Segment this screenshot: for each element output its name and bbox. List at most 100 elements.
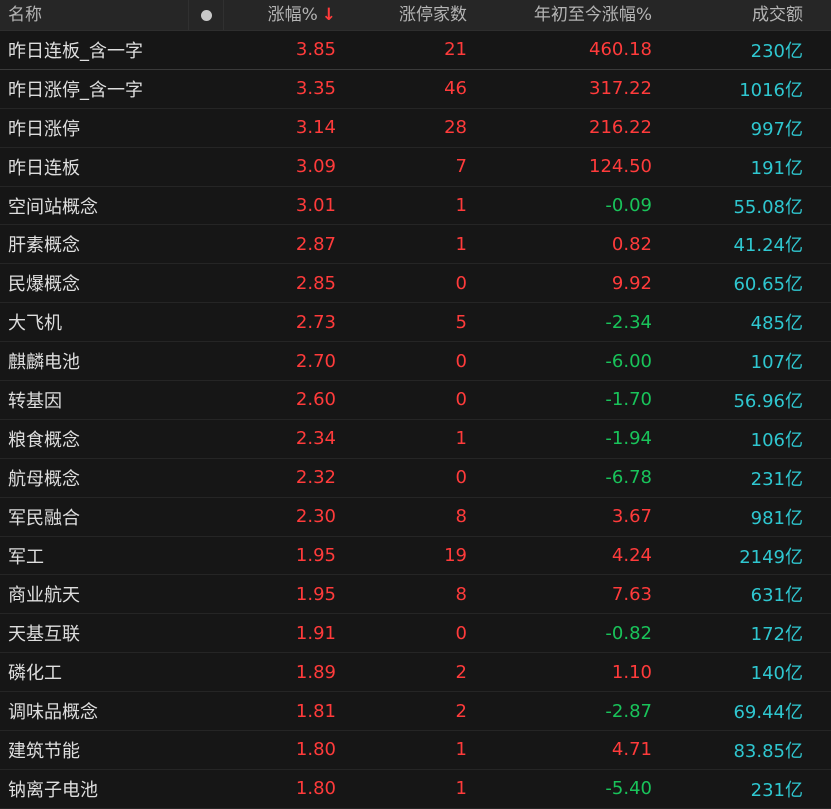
row-change: 3.35 bbox=[295, 78, 336, 100]
row-change: 2.87 bbox=[295, 233, 336, 255]
row-name: 昨日涨停 bbox=[8, 118, 80, 140]
column-header-volume[interactable]: 成交额 bbox=[654, 0, 805, 30]
row-volume: 69.44亿 bbox=[733, 702, 803, 724]
row-volume: 55.08亿 bbox=[733, 196, 803, 218]
column-header-limit-up-count[interactable]: 涨停家数 bbox=[338, 0, 469, 30]
row-limit-up-count: 8 bbox=[455, 506, 467, 528]
row-name: 昨日涨停_含一字 bbox=[8, 79, 143, 101]
row-name: 昨日连板 bbox=[8, 157, 80, 179]
row-name: 肝素概念 bbox=[8, 235, 80, 257]
row-volume: 631亿 bbox=[750, 585, 803, 607]
row-ytd-change: -0.09 bbox=[605, 195, 652, 216]
row-ytd-change: 1.10 bbox=[611, 661, 652, 683]
sort-desc-arrow-icon: ↓ bbox=[321, 5, 336, 25]
row-change: 1.81 bbox=[295, 700, 336, 722]
row-limit-up-count: 28 bbox=[444, 117, 467, 139]
table-row[interactable]: 空间站概念 3.01 1 -0.09 55.08亿 bbox=[0, 187, 831, 226]
column-header-marker[interactable] bbox=[188, 0, 224, 30]
table-row[interactable]: 昨日连板_含一字 3.85 21 460.18 230亿 bbox=[0, 31, 831, 70]
row-name: 军民融合 bbox=[8, 507, 80, 529]
row-limit-up-count: 0 bbox=[455, 467, 467, 489]
table-row[interactable]: 昨日涨停_含一字 3.35 46 317.22 1016亿 bbox=[0, 70, 831, 109]
table-row[interactable]: 肝素概念 2.87 1 0.82 41.24亿 bbox=[0, 225, 831, 265]
row-limit-up-count: 0 bbox=[455, 350, 467, 372]
row-volume: 231亿 bbox=[750, 468, 803, 490]
row-limit-up-count: 1 bbox=[455, 233, 467, 255]
table-row[interactable]: 天基互联 1.91 0 -0.82 172亿 bbox=[0, 614, 831, 654]
row-ytd-change: -0.82 bbox=[605, 622, 652, 644]
table-row[interactable]: 航母概念 2.32 0 -6.78 231亿 bbox=[0, 459, 831, 498]
row-ytd-change: 216.22 bbox=[589, 117, 652, 139]
row-limit-up-count: 0 bbox=[455, 622, 467, 644]
row-ytd-change: -2.87 bbox=[605, 700, 652, 722]
table-row[interactable]: 大飞机 2.73 5 -2.34 485亿 bbox=[0, 303, 831, 343]
row-change: 1.80 bbox=[295, 778, 336, 800]
table-row[interactable]: 钠离子电池 1.80 1 -5.40 231亿 bbox=[0, 770, 831, 809]
row-ytd-change: 4.24 bbox=[611, 545, 652, 567]
row-limit-up-count: 21 bbox=[444, 39, 467, 61]
row-limit-up-count: 2 bbox=[455, 700, 467, 722]
row-ytd-change: 3.67 bbox=[611, 506, 652, 528]
column-header-change[interactable]: 涨幅% ↓ bbox=[224, 0, 338, 30]
row-volume: 83.85亿 bbox=[733, 740, 803, 762]
row-limit-up-count: 1 bbox=[455, 739, 467, 761]
row-ytd-change: 7.63 bbox=[611, 583, 652, 605]
row-name: 粮食概念 bbox=[8, 429, 80, 451]
table-row[interactable]: 调味品概念 1.81 2 -2.87 69.44亿 bbox=[0, 692, 831, 732]
column-header-ytd-change[interactable]: 年初至今涨幅% bbox=[469, 0, 654, 30]
row-ytd-change: 317.22 bbox=[589, 78, 652, 100]
row-volume: 997亿 bbox=[750, 118, 803, 140]
row-limit-up-count: 2 bbox=[455, 661, 467, 683]
row-volume: 172亿 bbox=[750, 624, 803, 646]
row-change: 2.34 bbox=[295, 428, 336, 450]
row-name: 麒麟电池 bbox=[8, 352, 80, 374]
row-limit-up-count: 1 bbox=[455, 195, 467, 216]
row-change: 3.85 bbox=[295, 39, 336, 61]
row-volume: 485亿 bbox=[750, 313, 803, 335]
row-change: 3.14 bbox=[295, 117, 336, 139]
row-name: 磷化工 bbox=[8, 663, 62, 685]
row-change: 2.70 bbox=[295, 350, 336, 372]
row-name: 天基互联 bbox=[8, 624, 80, 646]
table-body: 昨日连板_含一字 3.85 21 460.18 230亿 昨日涨停_含一字 3.35 46 31… bbox=[0, 31, 831, 809]
row-limit-up-count: 46 bbox=[444, 78, 467, 100]
table-row[interactable]: 转基因 2.60 0 -1.70 56.96亿 bbox=[0, 381, 831, 420]
table-row[interactable]: 商业航天 1.95 8 7.63 631亿 bbox=[0, 575, 831, 615]
row-ytd-change: -1.94 bbox=[605, 428, 652, 450]
table-row[interactable]: 建筑节能 1.80 1 4.71 83.85亿 bbox=[0, 731, 831, 770]
row-volume: 2149亿 bbox=[739, 546, 803, 568]
table-row[interactable]: 军工 1.95 19 4.24 2149亿 bbox=[0, 537, 831, 576]
table-row[interactable]: 军民融合 2.30 8 3.67 981亿 bbox=[0, 498, 831, 537]
table-row[interactable]: 昨日涨停 3.14 28 216.22 997亿 bbox=[0, 109, 831, 148]
table-row[interactable]: 磷化工 1.89 2 1.10 140亿 bbox=[0, 653, 831, 693]
row-volume: 231亿 bbox=[750, 779, 803, 801]
row-ytd-change: -1.70 bbox=[605, 389, 652, 411]
table-row[interactable]: 粮食概念 2.34 1 -1.94 106亿 bbox=[0, 420, 831, 459]
row-name: 民爆概念 bbox=[8, 274, 80, 296]
row-change: 2.73 bbox=[295, 311, 336, 333]
row-change: 2.32 bbox=[295, 467, 336, 489]
row-name: 航母概念 bbox=[8, 468, 80, 490]
row-change: 2.60 bbox=[295, 389, 336, 411]
row-volume: 1016亿 bbox=[739, 79, 803, 101]
row-ytd-change: 0.82 bbox=[611, 233, 652, 255]
row-name: 大飞机 bbox=[8, 313, 62, 335]
row-volume: 981亿 bbox=[750, 507, 803, 529]
row-volume: 60.65亿 bbox=[733, 274, 803, 296]
row-volume: 107亿 bbox=[750, 352, 803, 374]
table-row[interactable]: 昨日连板 3.09 7 124.50 191亿 bbox=[0, 148, 831, 187]
row-name: 空间站概念 bbox=[8, 196, 98, 218]
row-volume: 230亿 bbox=[750, 40, 803, 62]
table-row[interactable]: 麒麟电池 2.70 0 -6.00 107亿 bbox=[0, 342, 831, 382]
column-header-name[interactable]: 名称 bbox=[0, 0, 188, 30]
dot-icon bbox=[200, 9, 212, 21]
row-limit-up-count: 19 bbox=[444, 545, 467, 567]
row-change: 3.01 bbox=[295, 195, 336, 216]
row-ytd-change: 460.18 bbox=[589, 39, 652, 61]
row-limit-up-count: 7 bbox=[455, 156, 467, 178]
row-limit-up-count: 1 bbox=[455, 428, 467, 450]
row-name: 军工 bbox=[8, 546, 44, 568]
table-row[interactable]: 民爆概念 2.85 0 9.92 60.65亿 bbox=[0, 264, 831, 304]
row-name: 钠离子电池 bbox=[8, 779, 98, 801]
row-limit-up-count: 0 bbox=[455, 389, 467, 411]
